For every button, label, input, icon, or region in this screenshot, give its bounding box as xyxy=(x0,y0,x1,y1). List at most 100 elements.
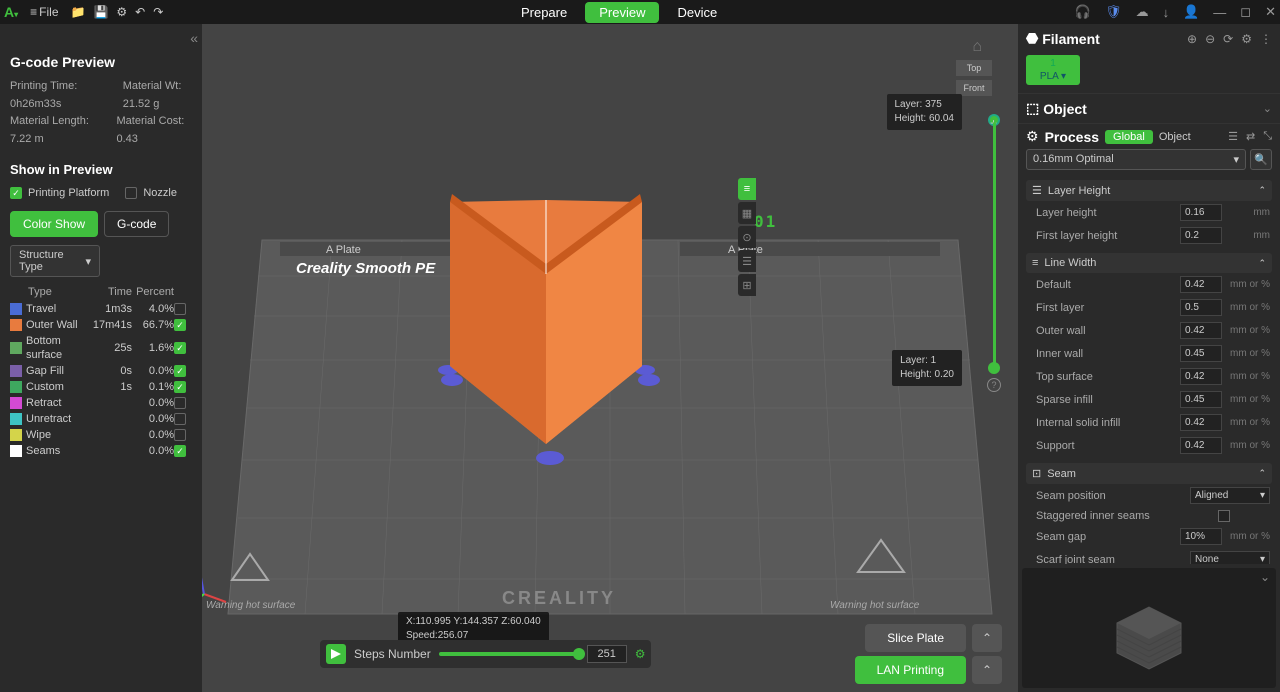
type-toggle[interactable] xyxy=(174,319,186,331)
maximize-icon[interactable]: ◻ xyxy=(1240,4,1251,20)
remove-filament-icon[interactable]: ⊖ xyxy=(1205,32,1215,46)
tab-device[interactable]: Device xyxy=(663,2,731,23)
slider-handle-bottom[interactable] xyxy=(988,362,1000,374)
seam-icon: ⊡ xyxy=(1032,467,1041,480)
titlebar: A▾ ≡File 📁 💾 ⚙ ↶ ↷ Prepare Preview Devic… xyxy=(0,0,1280,24)
global-tab[interactable]: Global xyxy=(1105,130,1153,144)
object-collapse-icon[interactable]: ⌄ xyxy=(1263,102,1272,115)
type-row-seams: Seams0.0% xyxy=(10,443,192,459)
type-toggle[interactable] xyxy=(174,429,186,441)
first-layer-height-input[interactable]: 0.2 xyxy=(1180,227,1222,244)
gcode-button[interactable]: G-code xyxy=(104,211,169,237)
undo-icon[interactable]: ↶ xyxy=(135,5,145,19)
print-dropdown-button[interactable]: ⌃ xyxy=(972,656,1002,684)
side-tab-other[interactable]: ⊞ xyxy=(738,274,756,296)
search-preset-icon[interactable]: 🔍 xyxy=(1250,149,1272,170)
staggered-seams-checkbox[interactable] xyxy=(1218,510,1230,522)
type-toggle[interactable] xyxy=(174,303,186,315)
thumbnail-pane: ⌄ xyxy=(1022,568,1276,688)
type-toggle[interactable] xyxy=(174,413,186,425)
side-tab-speed[interactable]: ⊙ xyxy=(738,226,756,248)
thumbnail-minimize-icon[interactable]: ⌄ xyxy=(1260,570,1270,584)
home-view-icon[interactable]: ⌂ xyxy=(972,38,982,56)
minimize-icon[interactable]: — xyxy=(1213,5,1226,20)
tab-prepare[interactable]: Prepare xyxy=(507,2,581,23)
type-row-travel: Travel1m3s4.0% xyxy=(10,301,192,317)
cloud-icon[interactable]: ☁ xyxy=(1136,4,1149,20)
group-seam[interactable]: ⊡Seam⌃ xyxy=(1026,463,1272,484)
type-toggle[interactable] xyxy=(174,445,186,457)
filament-chip[interactable]: 1 PLA ▾ xyxy=(1026,55,1080,85)
app-logo-icon[interactable]: A▾ xyxy=(4,4,18,20)
swatch-icon xyxy=(10,303,22,315)
scarf-joint-dropdown[interactable]: None▾ xyxy=(1190,551,1270,564)
view-top[interactable]: Top xyxy=(956,60,992,76)
preset-dropdown[interactable]: 0.16mm Optimal▾ xyxy=(1026,149,1246,170)
gcode-stats: Printing Time: 0h26m33s Material Wt: 21.… xyxy=(10,78,192,148)
settings-icon[interactable]: ⚙ xyxy=(116,5,127,19)
printing-platform-checkbox[interactable] xyxy=(10,187,22,199)
lw-sparse-infill-input[interactable]: 0.45 xyxy=(1180,391,1222,408)
lw-support-input[interactable]: 0.42 xyxy=(1180,437,1222,454)
type-row-custom: Custom1s0.1% xyxy=(10,379,192,395)
layer-bottom-tooltip: Layer: 1Height: 0.20 xyxy=(892,350,962,386)
filament-title: Filament xyxy=(1042,31,1100,47)
color-show-button[interactable]: Color Show xyxy=(10,211,98,237)
lw-solid-infill-input[interactable]: 0.42 xyxy=(1180,414,1222,431)
line-width-icon: ≡ xyxy=(1032,257,1038,269)
side-tab-support[interactable]: ☰ xyxy=(738,250,756,272)
lw-outer-wall-input[interactable]: 0.42 xyxy=(1180,322,1222,339)
process-icon: ⚙ xyxy=(1026,128,1039,145)
add-filament-icon[interactable]: ⊕ xyxy=(1187,32,1197,46)
compare-icon[interactable]: ⇄ xyxy=(1246,130,1255,143)
layers-icon: ☰ xyxy=(1032,184,1042,197)
expand-icon[interactable]: ⤡ xyxy=(1263,130,1272,143)
type-row-wipe: Wipe0.0% xyxy=(10,427,192,443)
layer-slider[interactable]: + ? xyxy=(992,118,996,392)
type-toggle[interactable] xyxy=(174,397,186,409)
swatch-icon xyxy=(10,342,22,354)
layer-height-input[interactable]: 0.16 xyxy=(1180,204,1222,221)
lw-default-input[interactable]: 0.42 xyxy=(1180,276,1222,293)
file-menu[interactable]: ≡File xyxy=(26,3,62,21)
swatch-icon xyxy=(10,381,22,393)
object-tab[interactable]: Object xyxy=(1159,131,1191,143)
structure-type-dropdown[interactable]: Structure Type▾ xyxy=(10,245,100,277)
type-toggle[interactable] xyxy=(174,365,186,377)
collapse-left-icon[interactable]: « xyxy=(190,30,198,46)
seam-gap-input[interactable]: 10% xyxy=(1180,528,1222,545)
side-tab-strength[interactable]: ▦ xyxy=(738,202,756,224)
process-title: Process xyxy=(1045,129,1099,145)
lw-inner-wall-input[interactable]: 0.45 xyxy=(1180,345,1222,362)
close-icon[interactable]: ✕ xyxy=(1265,4,1276,20)
download-icon[interactable]: ↓ xyxy=(1163,5,1170,20)
user-icon[interactable]: 👤 xyxy=(1183,4,1199,20)
redo-icon[interactable]: ↷ xyxy=(153,5,163,19)
lw-top-surface-input[interactable]: 0.42 xyxy=(1180,368,1222,385)
type-toggle[interactable] xyxy=(174,381,186,393)
group-layer-height[interactable]: ☰Layer Height⌃ xyxy=(1026,180,1272,201)
swatch-icon xyxy=(10,365,22,377)
viewport-3d[interactable]: A Plate A Plate Creality Smooth PE Warni… xyxy=(202,24,1018,692)
support-icon[interactable]: 🎧 xyxy=(1075,4,1091,20)
plate-label-a: A Plate xyxy=(326,244,361,256)
open-icon[interactable]: 📁 xyxy=(71,5,86,19)
shield-icon[interactable]: 🛡 xyxy=(1105,4,1122,20)
swatch-icon xyxy=(10,397,22,409)
lan-printing-button[interactable]: LAN Printing xyxy=(855,656,966,684)
layer-top-tooltip: Layer: 375Height: 60.04 xyxy=(887,94,963,130)
tab-preview[interactable]: Preview xyxy=(585,2,659,23)
nozzle-checkbox[interactable] xyxy=(125,187,137,199)
group-line-width[interactable]: ≡Line Width⌃ xyxy=(1026,253,1272,273)
lw-first-layer-input[interactable]: 0.5 xyxy=(1180,299,1222,316)
settings-filament-icon[interactable]: ⚙ xyxy=(1241,32,1252,46)
type-row-unretract: Unretract0.0% xyxy=(10,411,192,427)
more-filament-icon[interactable]: ⋮ xyxy=(1260,32,1272,46)
slider-help-icon[interactable]: ? xyxy=(987,378,1001,392)
side-tab-quality[interactable]: ≡ xyxy=(738,178,756,200)
type-toggle[interactable] xyxy=(174,342,186,354)
save-icon[interactable]: 💾 xyxy=(93,5,108,19)
filter-icon[interactable]: ☰ xyxy=(1228,130,1238,143)
sync-filament-icon[interactable]: ⟳ xyxy=(1223,32,1233,46)
seam-position-dropdown[interactable]: Aligned▾ xyxy=(1190,487,1270,504)
